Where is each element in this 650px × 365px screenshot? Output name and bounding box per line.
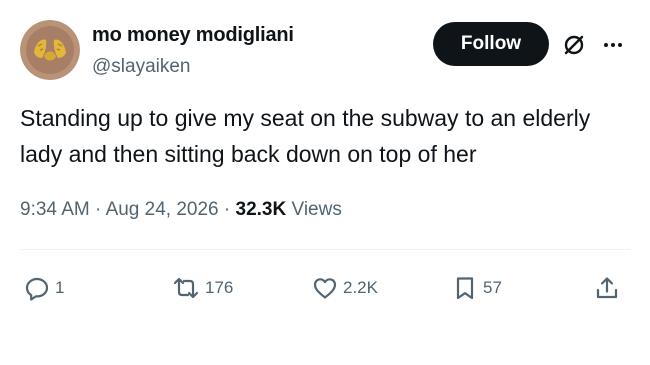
tweet-card: mo money modigliani @slayaiken Follow St… [0, 0, 650, 365]
meta-separator: · [95, 199, 102, 220]
reply-icon [25, 277, 49, 301]
share-icon [596, 277, 618, 299]
reply-count: 1 [55, 278, 65, 297]
follow-button[interactable]: Follow [433, 22, 549, 66]
tweet-meta: 9:34 AM · Aug 24, 2026 · 32.3K Views [20, 199, 342, 221]
tweet-date[interactable]: Aug 24, 2026 [106, 199, 219, 220]
retweet-button[interactable]: 176 [172, 274, 233, 302]
views-count: 32.3K [235, 199, 287, 220]
tweet-time[interactable]: 9:34 AM [20, 199, 90, 220]
bookmark-button[interactable]: 57 [452, 274, 502, 302]
divider [20, 249, 630, 250]
bookmark-icon [456, 277, 474, 300]
display-name[interactable]: mo money modigliani [92, 24, 294, 47]
share-button[interactable] [594, 274, 620, 302]
like-count: 2.2K [343, 278, 378, 297]
retweet-count: 176 [205, 278, 234, 297]
avatar-image [20, 20, 80, 80]
retweet-icon [173, 277, 199, 299]
more-dots-icon[interactable] [600, 32, 626, 58]
user-handle[interactable]: @slayaiken [92, 56, 191, 78]
meta-separator: · [223, 199, 231, 220]
avatar[interactable] [20, 20, 80, 80]
like-button[interactable]: 2.2K [312, 274, 378, 302]
heart-icon [313, 278, 337, 299]
views-label: Views [291, 199, 342, 220]
slashed-circle-icon[interactable] [561, 32, 587, 58]
bookmark-count: 57 [483, 278, 502, 297]
tweet-text: Standing up to give my seat on the subwa… [20, 105, 591, 167]
reply-button[interactable]: 1 [24, 274, 64, 302]
